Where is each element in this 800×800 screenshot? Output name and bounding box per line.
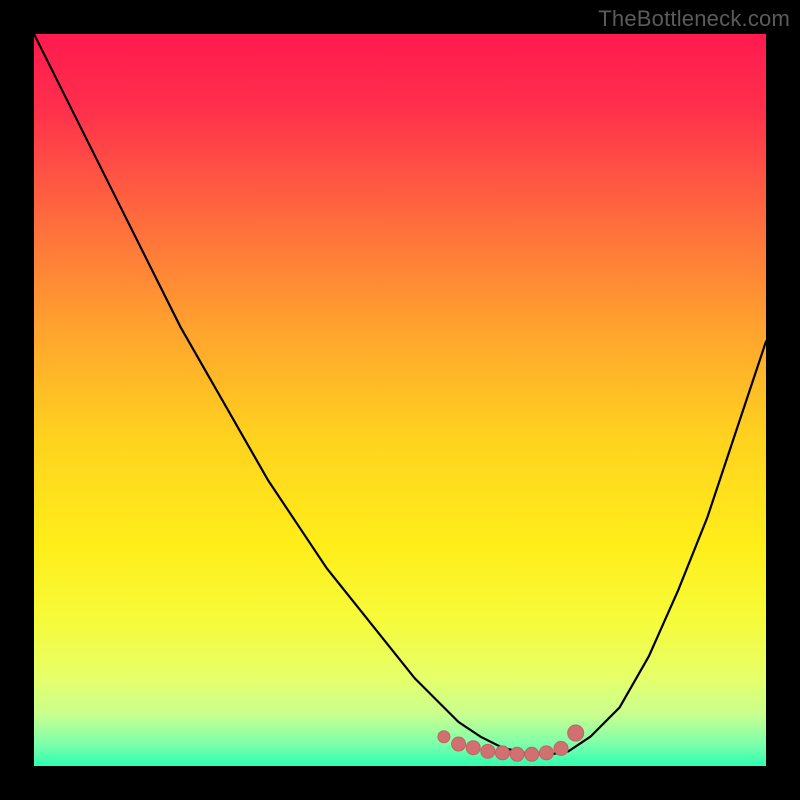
optimal-marker bbox=[525, 747, 539, 761]
optimal-marker bbox=[452, 737, 466, 751]
optimal-marker bbox=[539, 746, 553, 760]
optimal-marker bbox=[568, 725, 584, 741]
optimal-marker bbox=[510, 747, 524, 761]
watermark-text: TheBottleneck.com bbox=[598, 6, 790, 32]
plot-area bbox=[34, 34, 766, 766]
optimal-marker bbox=[481, 744, 495, 758]
gradient-background bbox=[34, 34, 766, 766]
optimal-marker bbox=[554, 741, 568, 755]
optimal-marker bbox=[495, 746, 509, 760]
chart-frame: TheBottleneck.com bbox=[0, 0, 800, 800]
optimal-marker bbox=[438, 731, 450, 743]
chart-svg bbox=[34, 34, 766, 766]
optimal-marker bbox=[466, 741, 480, 755]
